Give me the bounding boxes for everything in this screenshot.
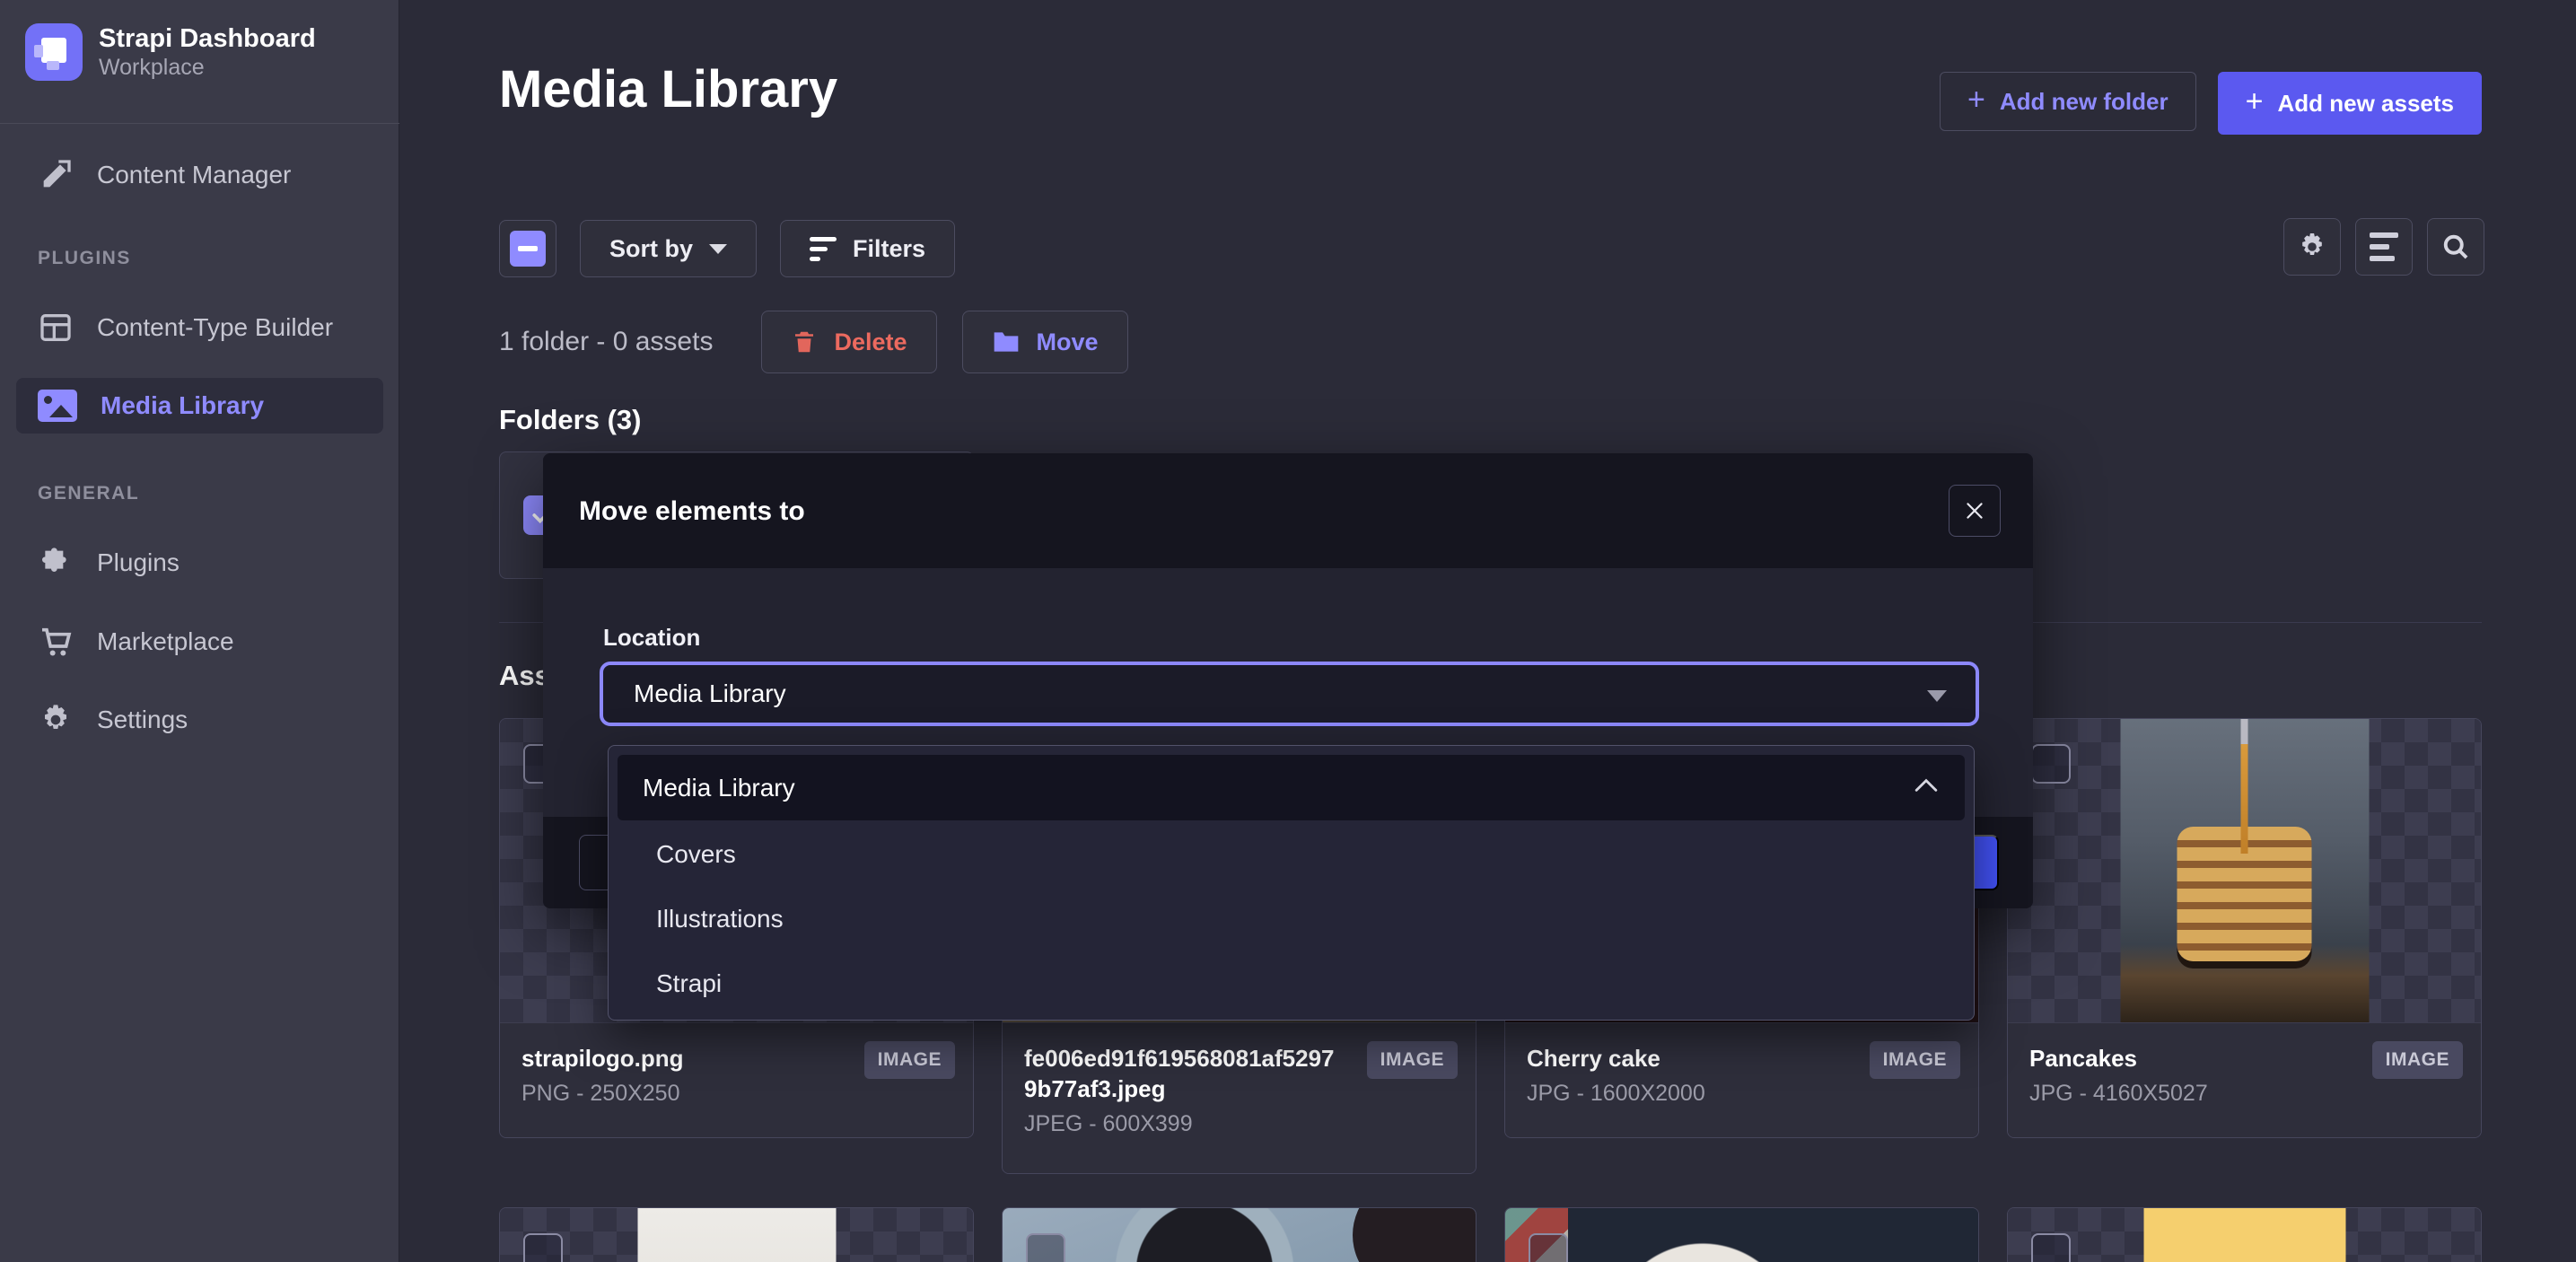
strapi-app: Strapi Dashboard Workplace Content Manag… [0,0,2576,1262]
asset-checkbox[interactable] [2031,1233,2071,1262]
image-icon [38,390,77,422]
cart-icon [38,624,74,660]
sidebar-item-label: Media Library [101,391,264,420]
sidebar-item-plugins[interactable]: Plugins [0,535,399,591]
asset-meta: JPG - 1600X2000 [1527,1081,1957,1107]
asset-meta: JPEG - 600X399 [1024,1111,1454,1137]
sidebar-item-label: Plugins [97,548,180,577]
asset-footer: fe006ed91f619568081af52979b77af3.jpeg JP… [1003,1022,1476,1173]
asset-card-icecream[interactable] [2007,1207,2482,1262]
plus-icon: + [1967,84,1985,115]
strapi-logo-icon [25,23,83,81]
chevron-up-icon [1914,778,1938,793]
asset-checkbox[interactable] [523,1233,563,1262]
dropdown-option-media-library[interactable]: Media Library [618,755,1965,820]
sidebar-item-label: Settings [97,705,188,734]
asset-thumbnail [2008,719,2481,1024]
asset-thumbnail [1505,1208,1978,1262]
sidebar-item-media-library[interactable]: Media Library [16,378,383,434]
asset-checkbox[interactable] [1026,1233,1065,1262]
gear-icon [38,702,74,738]
location-dropdown: Media Library Covers Illustrations Strap… [608,745,1975,1021]
page-title: Media Library [499,59,837,119]
asset-card-pancakes[interactable]: Pancakes JPG - 4160X5027 IMAGE [2007,718,2482,1138]
dropdown-option-strapi[interactable]: Strapi [609,951,1974,1016]
sidebar-item-label: Marketplace [97,627,234,656]
asset-thumbnail [2008,1208,2481,1262]
sidebar-item-content-manager[interactable]: Content Manager [0,147,399,203]
pen-icon [38,157,74,193]
folder-icon [992,329,1021,355]
asset-type-badge: IMAGE [864,1041,955,1079]
asset-card-coffee[interactable] [1002,1207,1476,1262]
asset-footer: strapilogo.png PNG - 250X250 IMAGE [500,1022,973,1137]
folders-heading: Folders (3) [499,404,641,436]
sidebar-section-general: GENERAL [38,483,139,504]
asset-footer: Cherry cake JPG - 1600X2000 IMAGE [1505,1022,1978,1137]
location-select[interactable]: Media Library [600,662,1979,726]
sidebar-item-marketplace[interactable]: Marketplace [0,614,399,670]
sidebar-item-settings[interactable]: Settings [0,692,399,748]
asset-checkbox[interactable] [2031,744,2071,784]
list-view-button[interactable] [2355,218,2413,276]
sort-by-button[interactable]: Sort by [580,220,757,277]
search-button[interactable] [2427,218,2484,276]
sidebar: Strapi Dashboard Workplace Content Manag… [0,0,399,1262]
move-button[interactable]: Move [962,311,1128,373]
asset-type-badge: IMAGE [1367,1041,1458,1079]
modal-title: Move elements to [579,496,805,527]
asset-meta: PNG - 250X250 [521,1081,951,1107]
delete-button[interactable]: Delete [761,311,936,373]
app-title: Strapi Dashboard [99,23,316,54]
layout-icon [38,310,74,346]
close-icon [1963,499,1986,522]
trash-icon [791,328,818,356]
plus-icon: + [2246,86,2264,117]
dropdown-option-illustrations[interactable]: Illustrations [609,887,1974,951]
location-select-value: Media Library [634,679,786,708]
sidebar-section-plugins: PLUGINS [38,248,131,269]
sidebar-item-content-type-builder[interactable]: Content-Type Builder [0,300,399,355]
asset-type-badge: IMAGE [2372,1041,2463,1079]
asset-meta: JPG - 4160X5027 [2029,1081,2459,1107]
gear-icon [2296,231,2328,263]
asset-thumbnail [1003,1208,1476,1262]
asset-checkbox[interactable] [1529,1233,1568,1262]
asset-footer: Pancakes JPG - 4160X5027 IMAGE [2008,1022,2481,1137]
add-new-folder-button[interactable]: + Add new folder [1940,72,2196,131]
dropdown-option-covers[interactable]: Covers [609,822,1974,887]
location-label: Location [603,624,700,652]
caret-down-icon [1927,690,1947,702]
puzzle-icon [38,545,74,581]
list-icon [2370,232,2398,261]
asset-type-badge: IMAGE [1870,1041,1960,1079]
search-icon [2440,231,2472,263]
grid-settings-button[interactable] [2283,218,2341,276]
workspace-name: Workplace [99,54,316,81]
asset-card-burgers[interactable] [1504,1207,1979,1262]
indeterminate-checkbox-icon [510,231,546,267]
sidebar-item-label: Content Manager [97,161,291,189]
workspace-switcher[interactable]: Strapi Dashboard Workplace [25,23,316,81]
filter-icon [810,237,837,261]
selection-summary: 1 folder - 0 assets [499,327,713,357]
sidebar-divider [0,123,399,124]
asset-thumbnail [500,1208,973,1262]
sidebar-item-label: Content-Type Builder [97,313,333,342]
modal-header: Move elements to [543,453,2033,568]
add-new-assets-button[interactable]: + Add new assets [2218,72,2482,135]
select-all-checkbox[interactable] [499,220,556,277]
filters-button[interactable]: Filters [780,220,955,277]
chevron-down-icon [709,244,727,254]
asset-card-pasta[interactable] [499,1207,974,1262]
modal-close-button[interactable] [1949,485,2001,537]
